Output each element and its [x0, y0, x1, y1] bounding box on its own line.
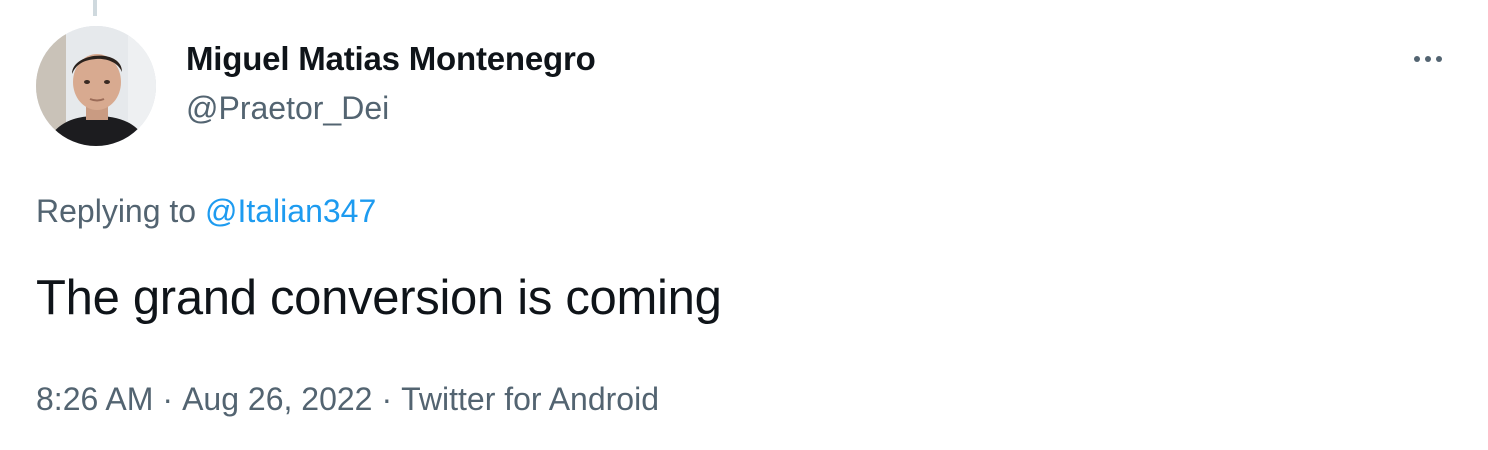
author-handle[interactable]: @Praetor_Dei: [186, 90, 389, 127]
thread-connector-line: [93, 0, 97, 16]
tweet-time-link[interactable]: 8:26 AM: [36, 381, 153, 417]
more-horizontal-icon-dot-2: [1425, 56, 1431, 62]
more-horizontal-icon: [1414, 56, 1420, 62]
tweet-meta: 8:26 AM · Aug 26, 2022 · Twitter for Android: [36, 381, 659, 418]
replying-to-mention-link[interactable]: @Italian347: [205, 193, 376, 229]
tweet-date-link[interactable]: Aug 26, 2022: [182, 381, 372, 417]
profile-photo-icon: [36, 26, 156, 146]
meta-separator: ·: [162, 381, 174, 417]
meta-separator-2: ·: [381, 381, 393, 417]
replying-to-line: Replying to @Italian347: [36, 193, 376, 230]
more-horizontal-icon-dot-3: [1436, 56, 1442, 62]
replying-to-prefix: Replying to: [36, 193, 197, 229]
author-display-name[interactable]: Miguel Matias Montenegro: [186, 40, 596, 78]
avatar[interactable]: [36, 26, 156, 146]
more-options-button[interactable]: [1404, 44, 1452, 74]
tweet-text: The grand conversion is coming: [36, 271, 722, 325]
tweet-source-link[interactable]: Twitter for Android: [401, 381, 659, 417]
